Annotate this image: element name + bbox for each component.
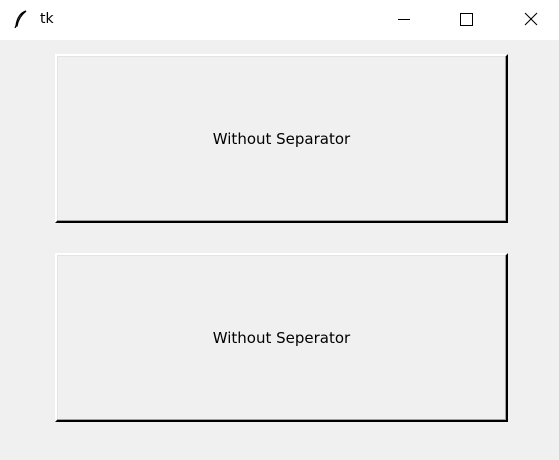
tk-feather-icon	[14, 10, 28, 29]
without-seperator-button[interactable]: Without Seperator	[55, 253, 508, 422]
window-content: Without Separator Without Seperator	[0, 40, 559, 460]
app-window: tk Without Separator Without Seperator	[0, 0, 559, 460]
title-bar[interactable]: tk	[0, 0, 559, 40]
button-label: Without Separator	[212, 129, 351, 148]
maximize-button[interactable]	[443, 0, 489, 40]
window-title: tk	[40, 11, 54, 27]
button-label: Without Seperator	[212, 328, 351, 347]
minimize-button[interactable]	[381, 0, 427, 40]
without-separator-button[interactable]: Without Separator	[55, 54, 508, 223]
close-button[interactable]	[508, 0, 554, 40]
